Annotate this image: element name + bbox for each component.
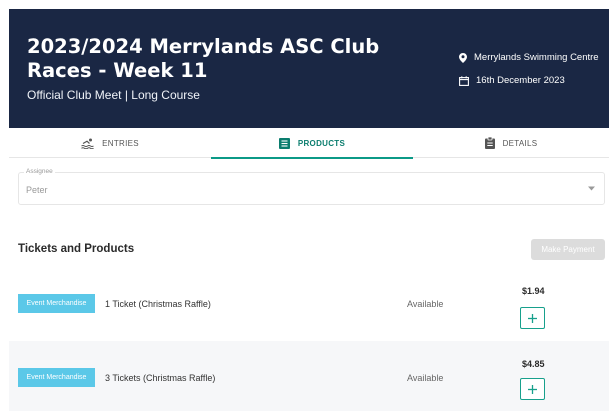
list-icon [278, 137, 290, 149]
make-payment-button[interactable]: Make Payment [531, 239, 605, 260]
plus-icon [528, 313, 537, 323]
tab-bar: ENTRIES PRODUCTS DETAILS [9, 128, 609, 159]
product-name: 1 Ticket (Christmas Raffle) [105, 299, 211, 309]
assignee-select[interactable]: Assignee Peter [18, 168, 605, 205]
tab-products-label: PRODUCTS [297, 138, 346, 148]
event-header: 2023/2024 Merrylands ASC Club Races - We… [9, 9, 609, 128]
product-row: Event Merchandise 3 Tickets (Christmas R… [9, 341, 609, 411]
tab-details-label: DETAILS [502, 138, 538, 148]
add-product-button[interactable] [520, 378, 545, 400]
add-product-button[interactable] [520, 307, 545, 329]
section-title: Tickets and Products [18, 243, 135, 255]
product-row: Event Merchandise 1 Ticket (Christmas Ra… [9, 268, 609, 338]
tab-details[interactable]: DETAILS [413, 128, 609, 158]
event-title: 2023/2024 Merrylands ASC Club Races - We… [27, 35, 380, 82]
chevron-down-icon [588, 186, 595, 191]
location-pin-icon [459, 52, 467, 63]
product-status: Available [407, 299, 444, 309]
product-name: 3 Tickets (Christmas Raffle) [105, 373, 216, 383]
event-date: 16th December 2023 [459, 75, 565, 86]
swimmer-icon [81, 138, 94, 149]
tab-entries[interactable]: ENTRIES [9, 128, 211, 158]
plus-icon [528, 384, 537, 394]
tab-products[interactable]: PRODUCTS [211, 128, 413, 159]
event-subtitle: Official Club Meet | Long Course [27, 88, 200, 102]
clipboard-icon [484, 137, 495, 149]
tab-entries-label: ENTRIES [102, 138, 139, 148]
assignee-label: Assignee [24, 168, 55, 175]
event-date-text: 16th December 2023 [476, 75, 565, 86]
product-status: Available [407, 373, 444, 383]
category-badge: Event Merchandise [18, 294, 95, 313]
calendar-icon [459, 75, 469, 86]
event-location-text: Merrylands Swimming Centre [474, 52, 599, 63]
event-location: Merrylands Swimming Centre [459, 52, 599, 63]
product-price: $4.85 [522, 359, 545, 369]
product-price: $1.94 [522, 286, 545, 296]
category-badge: Event Merchandise [18, 368, 95, 387]
assignee-value: Peter [26, 185, 48, 195]
